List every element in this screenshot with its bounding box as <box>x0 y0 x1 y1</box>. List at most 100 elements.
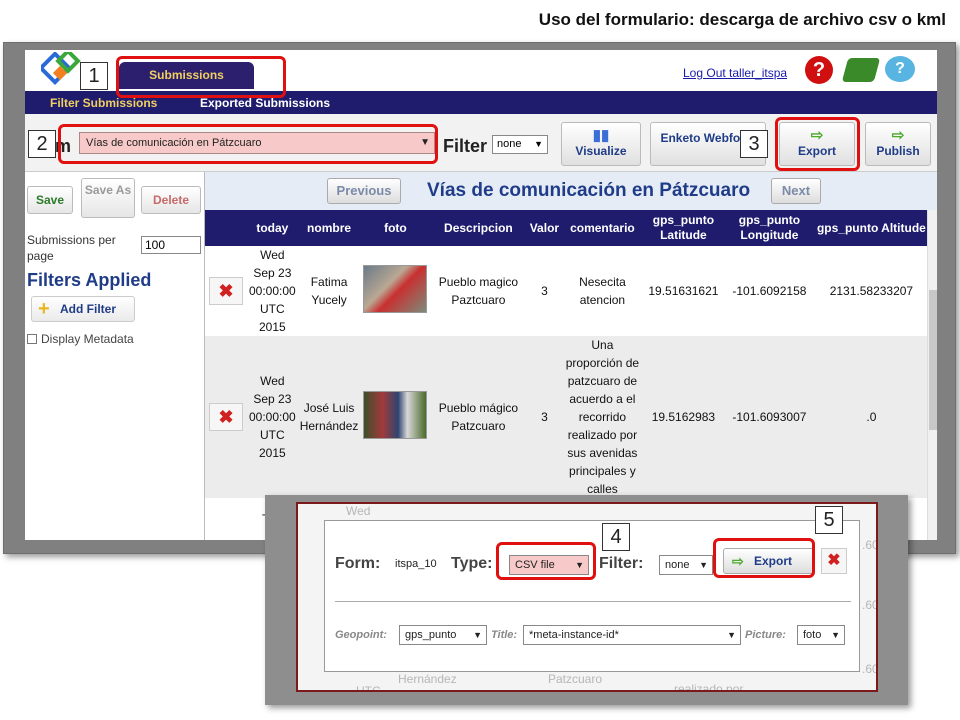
geopoint-select[interactable]: gps_punto ▼ <box>399 625 487 645</box>
cell-descripcion: Pueblo mágico Patzcuaro <box>430 336 527 498</box>
publish-button[interactable]: ⇨ Publish <box>865 122 931 166</box>
callout-4: 4 <box>602 523 630 551</box>
cell-delete <box>205 498 247 538</box>
background-text: .60 <box>862 538 878 552</box>
dropdown-arrow-icon: ▼ <box>831 630 840 640</box>
dropdown-arrow-icon: ▼ <box>727 630 736 640</box>
cell-latitude: 19.5162983 <box>642 336 725 498</box>
picture-select[interactable]: foto ▼ <box>797 625 845 645</box>
cell-nombre: José Luis Hernández <box>297 336 361 498</box>
cell-altitude: .0 <box>814 336 929 498</box>
dropdown-arrow-icon: ▼ <box>473 630 482 640</box>
per-page-input[interactable]: 100 <box>141 236 201 254</box>
column-header: gps_punto Altitude <box>814 210 929 246</box>
table-row: ✖ Wed Sep 23 00:00:00 UTC 2015 Fatima Yu… <box>205 246 929 336</box>
export-dialog-screenshot: Wed Hernández Patzcuaro UTC realizado po… <box>296 502 878 692</box>
cell-longitude: -101.6093007 <box>724 336 815 498</box>
cell-delete: ✖ <box>205 246 247 336</box>
callout-5: 5 <box>815 506 843 534</box>
submissions-per-page-label: Submissions per page <box>27 233 116 263</box>
cell-valor: 3 <box>526 336 563 498</box>
table-scrollbar[interactable] <box>927 210 937 540</box>
delete-row-icon[interactable]: ✖ <box>209 403 243 431</box>
scrollbar-thumb[interactable] <box>929 290 937 430</box>
column-header: Valor <box>526 210 563 246</box>
column-header: nombre <box>297 210 361 246</box>
bar-chart-icon: ▮▮ <box>592 127 610 144</box>
background-text: .60 <box>862 598 878 612</box>
add-filter-button[interactable]: + Add Filter <box>31 296 135 322</box>
cell-nombre: Fatima Yucely <box>297 246 361 336</box>
background-text: Hernández <box>398 672 457 686</box>
delete-row-icon[interactable]: ✖ <box>209 277 243 305</box>
slide-title: Uso del formulario: descarga de archivo … <box>538 10 946 29</box>
close-dialog-icon[interactable]: ✖ <box>821 548 847 574</box>
column-header: foto <box>360 210 431 246</box>
dropdown-arrow-icon: ▼ <box>534 139 543 149</box>
title-select-value: *meta-instance-id* <box>529 629 619 641</box>
dialog-type-label: Type: <box>451 555 493 572</box>
cell-valor: 3 <box>526 246 563 336</box>
dialog-filter-select[interactable]: none ▼ <box>659 555 713 575</box>
highlight-export-button <box>775 117 860 171</box>
save-button[interactable]: Save <box>27 186 73 214</box>
title-select[interactable]: *meta-instance-id* ▼ <box>523 625 741 645</box>
arrow-right-icon: ⇨ <box>891 127 905 144</box>
cell-altitude: 2131.58233207 <box>814 246 929 336</box>
logout-link[interactable]: Log Out taller_itspa <box>683 66 787 80</box>
filter-label: Filter <box>443 136 488 156</box>
picture-label: Picture: <box>745 629 786 641</box>
nav-exported-submissions[interactable]: Exported Submissions <box>200 96 330 110</box>
submissions-title: Vías de comunicación en Pátzcuaro <box>427 180 751 201</box>
highlight-submissions-tab <box>116 56 286 98</box>
save-as-button[interactable]: Save As <box>81 178 135 218</box>
submissions-panel: Previous Vías de comunicación en Pátzcua… <box>205 172 937 540</box>
background-text: UTC <box>356 684 381 692</box>
visualize-label: Visualize <box>575 144 627 158</box>
pager: Previous Vías de comunicación en Pátzcua… <box>205 172 937 210</box>
background-text: .60 <box>862 662 878 676</box>
display-metadata-checkbox[interactable]: Display Metadata <box>27 332 134 346</box>
help-icon[interactable]: ? <box>805 56 833 84</box>
highlight-form-select <box>58 124 438 164</box>
title-label: Title: <box>491 629 518 641</box>
callout-2: 2 <box>28 130 56 158</box>
column-header: Descripcion <box>430 210 527 246</box>
book-icon[interactable] <box>841 58 881 82</box>
cell-today: Wed Sep 23 00:00:00 UTC 2015 <box>247 246 298 336</box>
cell-foto <box>360 336 431 498</box>
add-filter-label: Add Filter <box>60 302 116 316</box>
photo-thumbnail[interactable] <box>363 264 428 313</box>
callout-1: 1 <box>80 62 108 90</box>
cell-descripcion: Pueblo magico Paztcuaro <box>430 246 527 336</box>
publish-label: Publish <box>876 144 920 158</box>
delete-button[interactable]: Delete <box>141 186 201 214</box>
visualize-button[interactable]: ▮▮ Visualize <box>561 122 641 166</box>
cell-comentario: Nesecita atencion <box>562 246 643 336</box>
table-header-row: today nombre foto Descripcion Valor come… <box>205 210 929 246</box>
left-panel: Save Save As Delete Submissions per page… <box>25 172 205 540</box>
submissions-table: today nombre foto Descripcion Valor come… <box>205 210 929 538</box>
column-header: comentario <box>562 210 643 246</box>
dialog-form-label: Form: <box>335 555 381 572</box>
dropdown-arrow-icon: ▼ <box>699 560 708 570</box>
column-header: today <box>247 210 298 246</box>
next-button[interactable]: Next <box>771 178 821 204</box>
nav-filter-submissions[interactable]: Filter Submissions <box>50 96 157 110</box>
filters-applied-heading: Filters Applied <box>27 270 152 290</box>
geopoint-label: Geopoint: <box>335 629 387 641</box>
odk-logo-icon <box>41 52 81 85</box>
cell-longitude: -101.6092158 <box>724 246 815 336</box>
filter-select-value: none <box>497 138 522 150</box>
cell-today: Wed Sep 23 00:00:00 UTC 2015 <box>247 336 298 498</box>
picture-select-value: foto <box>803 629 822 641</box>
dialog-filter-label: Filter: <box>599 555 644 572</box>
divider <box>335 601 851 602</box>
previous-button[interactable]: Previous <box>327 178 401 204</box>
chat-icon[interactable]: ? <box>885 56 915 82</box>
filter-select[interactable]: none ▼ <box>492 135 548 154</box>
dialog-filter-value: none <box>665 559 690 571</box>
cell-foto <box>360 246 431 336</box>
cell-comentario: Una proporción de patzcuaro de acuerdo a… <box>562 336 643 498</box>
photo-thumbnail[interactable] <box>363 390 428 439</box>
